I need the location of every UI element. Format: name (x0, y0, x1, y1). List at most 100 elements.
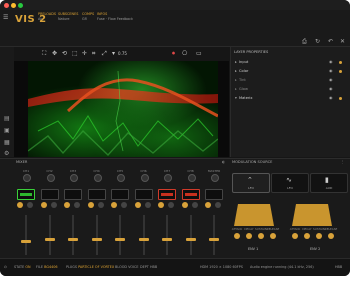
chevron-down-icon[interactable]: ▾ (112, 50, 115, 57)
crop-icon[interactable]: ⌗ (92, 50, 95, 58)
channel-preview[interactable] (181, 189, 200, 200)
refresh-icon[interactable]: ↻ (315, 38, 320, 45)
eye-icon[interactable]: ◉ (329, 59, 333, 64)
gain-knob[interactable] (140, 174, 149, 182)
collapse-icon[interactable]: ◐ (222, 160, 225, 164)
move-icon[interactable]: ✛ (82, 50, 87, 57)
release-knob[interactable] (270, 233, 276, 239)
solo-button[interactable] (74, 202, 80, 208)
layer-row-tint[interactable]: ▸ Tint ◉ (235, 77, 349, 84)
attack-knob[interactable] (292, 233, 298, 239)
channel-fader[interactable] (138, 215, 149, 255)
close-icon[interactable]: ✕ (340, 38, 345, 45)
fader-handle[interactable] (21, 239, 31, 243)
gain-knob[interactable] (23, 174, 31, 182)
channel-preview[interactable] (158, 189, 176, 200)
fader-handle[interactable] (44, 237, 55, 241)
solo-button[interactable] (144, 202, 151, 208)
record-icon[interactable]: ⏺ (172, 50, 175, 58)
channel-fader[interactable] (115, 215, 125, 255)
decay-knob[interactable] (246, 233, 252, 239)
rotate-icon[interactable]: ⟲ (62, 50, 67, 57)
grid-icon[interactable]: ▦ (4, 139, 10, 146)
release-knob[interactable] (328, 233, 334, 239)
fader-handle[interactable] (185, 237, 196, 241)
screen-icon[interactable]: ▭ (196, 50, 202, 57)
channel-preview[interactable] (205, 189, 223, 200)
minimize-window-button[interactable] (11, 3, 16, 8)
undo-icon[interactable]: ↶ (328, 38, 333, 45)
sustain-knob[interactable] (258, 233, 264, 239)
eye-icon[interactable]: ◉ (329, 95, 333, 100)
close-window-button[interactable] (4, 3, 9, 8)
channel-preview[interactable] (64, 189, 82, 200)
channel-preview[interactable] (40, 189, 59, 200)
mute-button[interactable] (134, 202, 141, 208)
layer-row-glow[interactable]: ▸ Glow ◉ (235, 86, 349, 93)
eye-icon[interactable]: ◉ (329, 68, 333, 73)
gain-knob[interactable] (211, 174, 219, 182)
mute-button[interactable] (181, 202, 188, 208)
mute-button[interactable] (17, 202, 23, 208)
decay-knob[interactable] (304, 233, 310, 239)
gain-knob[interactable] (164, 174, 172, 182)
mod-source-audio-button[interactable]: ▮ AUD (310, 173, 348, 193)
channel-fader[interactable] (68, 215, 78, 255)
status-power-icon[interactable]: ⏻ (4, 265, 7, 269)
layer-row-color[interactable]: ▸ Color ◉ (235, 68, 349, 75)
channel-fader[interactable] (185, 215, 196, 255)
solo-button[interactable] (168, 202, 174, 208)
scale-icon[interactable]: ⤢ (102, 50, 107, 58)
zoom-window-button[interactable] (18, 3, 23, 8)
layer-row-materix[interactable]: ▾ Materix ◉ (235, 95, 349, 102)
mod-source-lfo-button[interactable]: ∿ LFO (271, 173, 309, 193)
gain-knob[interactable] (70, 174, 78, 182)
mute-button[interactable] (111, 202, 117, 208)
mute-button[interactable] (64, 202, 70, 208)
solo-button[interactable] (50, 202, 57, 208)
mute-button[interactable] (205, 202, 211, 208)
channel-preview[interactable] (17, 189, 35, 200)
attack-knob[interactable] (234, 233, 240, 239)
mod-source-env-button[interactable]: ⌃ LFO (232, 173, 270, 193)
mute-button[interactable] (40, 202, 47, 208)
layer-row-input[interactable]: ▸ Input ◉ (235, 59, 349, 66)
solo-button[interactable] (121, 202, 127, 208)
mute-button[interactable] (87, 202, 94, 208)
fader-handle[interactable] (115, 237, 125, 241)
gain-knob[interactable] (117, 174, 125, 182)
channel-fader[interactable] (91, 215, 102, 255)
gain-knob[interactable] (46, 174, 55, 182)
menu-icon[interactable]: ☰ (3, 14, 8, 21)
fader-handle[interactable] (138, 237, 149, 241)
fader-handle[interactable] (68, 237, 78, 241)
select-icon[interactable]: ⬚ (72, 50, 78, 57)
camera-icon[interactable]: ⎔ (182, 50, 187, 57)
solo-button[interactable] (215, 202, 221, 208)
fader-handle[interactable] (162, 237, 172, 241)
header-field-preloads[interactable]: PRELOADS Air (38, 12, 56, 21)
settings-icon[interactable]: ⚙ (4, 150, 9, 157)
envelope-1-graph[interactable] (234, 200, 274, 226)
channel-fader[interactable] (21, 215, 31, 255)
render-viewport[interactable]: ⛶ ✥ ⟲ ⬚ ✛ ⌗ ⤢ ▾ 0.75 ⏺ ⎔ ▭ (14, 47, 229, 157)
channel-fader[interactable] (162, 215, 172, 255)
zoom-value[interactable]: 0.75 (118, 51, 127, 56)
sustain-knob[interactable] (316, 233, 322, 239)
image-icon[interactable]: ▣ (4, 127, 10, 134)
more-icon[interactable]: ⋮ (341, 160, 345, 164)
print-icon[interactable]: ⎙ (302, 38, 307, 45)
fader-handle[interactable] (209, 237, 219, 241)
fullscreen-icon[interactable]: ⛶ (42, 50, 46, 58)
channel-preview[interactable] (134, 189, 153, 200)
eye-icon[interactable]: ◉ (329, 77, 333, 82)
channel-fader[interactable] (44, 215, 55, 255)
solo-button[interactable] (27, 202, 33, 208)
fader-handle[interactable] (91, 237, 102, 241)
channel-fader[interactable] (209, 215, 219, 255)
eye-icon[interactable]: ◉ (329, 86, 333, 91)
layers-icon[interactable]: ▤ (4, 115, 10, 122)
gain-knob[interactable] (187, 174, 196, 182)
channel-preview[interactable] (111, 189, 129, 200)
gain-knob[interactable] (93, 174, 102, 182)
